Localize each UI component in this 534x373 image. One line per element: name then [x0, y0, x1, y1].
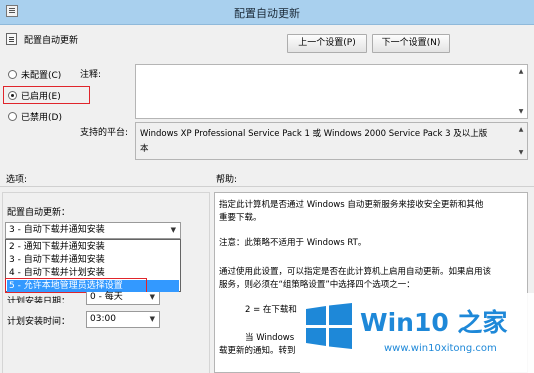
radio-enabled[interactable] [8, 91, 17, 100]
next-setting-button[interactable]: 下一个设置(N) [372, 34, 450, 53]
watermark: Win10 之家 www.win10xitong.com [300, 293, 534, 373]
chevron-down-icon: ▼ [170, 226, 176, 234]
schedule-day-value: 0 - 每天 [90, 292, 123, 302]
prev-setting-button[interactable]: 上一个设置(P) [287, 34, 367, 53]
help-line: 重要下载。 [219, 213, 262, 223]
scroll-down-icon[interactable]: ▼ [516, 107, 526, 116]
configure-updates-combo[interactable]: 3 - 自动下载并通知安装 ▼ [5, 222, 181, 239]
scroll-up-icon[interactable]: ▲ [516, 125, 526, 134]
radio-not-configured[interactable] [8, 70, 17, 79]
scroll-down-icon[interactable]: ▼ [516, 148, 526, 157]
options-heading: 选项: [6, 175, 28, 185]
windows-logo-icon [306, 303, 352, 349]
help-line: 注意：此策略不适用于 Windows RT。 [219, 238, 367, 248]
configure-updates-value: 3 - 自动下载并通知安装 [9, 225, 105, 235]
dropdown-option[interactable]: 2 - 通知下载并通知安装 [7, 241, 179, 253]
watermark-brand: Win10 之家 [360, 308, 508, 337]
supported-platform-box: Windows XP Professional Service Pack 1 或… [135, 122, 528, 160]
chevron-down-icon: ▼ [149, 293, 155, 301]
schedule-day-combo[interactable]: 0 - 每天 ▼ [86, 292, 160, 305]
schedule-time-value: 03:00 [90, 314, 116, 324]
scroll-up-icon[interactable]: ▲ [516, 67, 526, 76]
help-line: 指定此计算机是否通过 Windows 自动更新服务来接收安全更新和其他 [219, 200, 484, 210]
schedule-time-label: 计划安装时间： [7, 317, 71, 327]
configure-updates-label: 配置自动更新： [7, 208, 71, 218]
section-divider [0, 186, 534, 187]
supported-platform-line2: 本 [140, 144, 149, 154]
radio-enabled-label: 已启用(E) [21, 92, 61, 102]
chevron-down-icon: ▼ [149, 315, 155, 323]
title-bar: 配置自动更新 [0, 0, 534, 25]
schedule-day-label: 计划安装日期： [7, 297, 71, 303]
supported-platform-line1: Windows XP Professional Service Pack 1 或… [140, 129, 488, 139]
watermark-url: www.win10xitong.com [384, 343, 497, 354]
selected-option-highlight-box [5, 278, 147, 293]
comment-textbox[interactable]: ▲ ▼ [135, 64, 528, 119]
policy-name-label: 配置自动更新 [24, 36, 79, 46]
window-title: 配置自动更新 [234, 7, 300, 20]
schedule-time-combo[interactable]: 03:00 ▼ [86, 311, 160, 328]
help-line: 服务，则必须在“组策略设置”中选择四个选项之一： [219, 280, 415, 290]
radio-disabled[interactable] [8, 112, 17, 121]
setting-icon [6, 33, 17, 45]
radio-not-configured-label: 未配置(C) [21, 71, 62, 81]
supported-platform-label: 支持的平台: [80, 128, 129, 138]
help-heading: 帮助: [216, 175, 238, 185]
help-line: 通过使用此设置，可以指定是否在此计算机上启用自动更新。如果启用该 [219, 267, 492, 277]
dropdown-option[interactable]: 3 - 自动下载并通知安装 [7, 254, 179, 266]
comment-label: 注释: [80, 70, 102, 80]
radio-disabled-label: 已禁用(D) [21, 113, 62, 123]
